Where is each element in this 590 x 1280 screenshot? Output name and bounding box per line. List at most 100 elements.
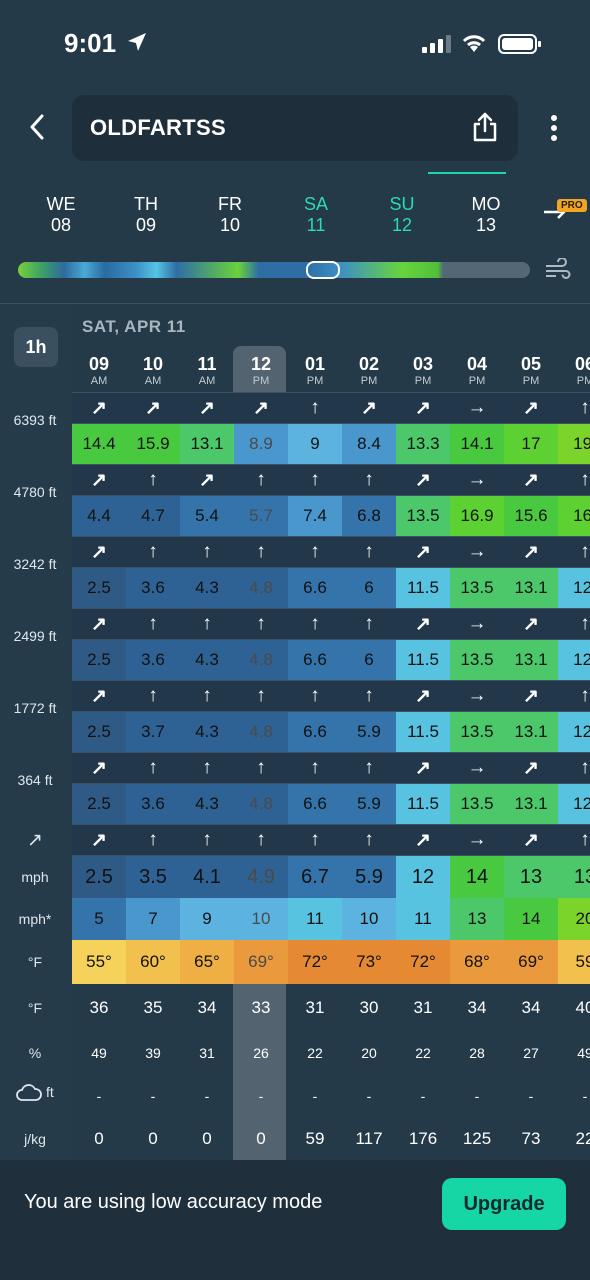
wind-direction-arrow: ↑ <box>202 541 212 562</box>
cloud-base-row-cell: - <box>420 1088 426 1104</box>
wind-timeline-strip[interactable] <box>18 262 530 278</box>
cape-row-cell: 0 <box>94 1129 104 1148</box>
wind-direction-arrow: ↑ <box>148 757 158 778</box>
wind-speed-altitude-row: 14.415.913.18.998.413.314.11719. <box>72 424 590 464</box>
wind-direction-arrow: ↗ <box>415 541 431 563</box>
cloud-base-row-cell: - <box>528 1088 534 1104</box>
wind-speed-altitude-row-cell: 11.5 <box>396 712 450 752</box>
cape-row-cell: 0 <box>256 1129 266 1148</box>
day-tab-fr[interactable]: FR 10 <box>200 194 260 236</box>
hour-value: 09 <box>88 354 110 374</box>
wind-direction-arrow: ↑ <box>580 685 590 706</box>
dew-point-row-cell: 35 <box>143 998 163 1017</box>
wind-speed-altitude-row-cell: 4.3 <box>180 712 234 752</box>
cape-row-cell: 0 <box>202 1129 212 1148</box>
wind-direction-arrow: ↑ <box>310 829 320 850</box>
wind-direction-row: ↗ ↗ ↗ ↗ ↑ ↗ ↗ → ↗ ↑ <box>72 392 590 424</box>
location-title-box[interactable]: OLDFARTSS <box>72 95 518 161</box>
wind-speed-altitude-row-cell: 7.4 <box>288 496 342 536</box>
dew-point-row-cell: 40 <box>575 998 590 1017</box>
wind-direction-arrow: ↗ <box>253 397 269 419</box>
wind-direction-arrow: ↑ <box>580 757 590 778</box>
back-button[interactable] <box>22 110 52 144</box>
upgrade-button[interactable]: Upgrade <box>442 1178 566 1230</box>
cape-row-cell: 0 <box>148 1129 158 1148</box>
wind-gust-row-cell: 13 <box>450 898 504 940</box>
wind-gust-row-cell: 10 <box>234 898 288 940</box>
day-tab-we[interactable]: WE 08 <box>31 194 91 236</box>
wind-direction-arrow: ↗ <box>523 757 539 779</box>
share-button[interactable] <box>472 111 498 148</box>
wind-gust-row-cell: 5 <box>72 898 126 940</box>
wind-direction-arrow: ↑ <box>364 829 374 850</box>
day-tab-su[interactable]: SU 12 <box>372 194 432 236</box>
cloud-base-row-cell: - <box>96 1088 102 1104</box>
share-icon <box>473 112 497 142</box>
wind-speed-altitude-row-cell: 13.1 <box>504 784 558 824</box>
wind-direction-row: ↗ ↑ ↑ ↑ ↑ ↑ ↗ → ↗ ↑ <box>72 608 590 640</box>
forecast-grid[interactable]: 09AM10AM11AM12PM01PM02PM03PM04PM05PM06PM… <box>72 304 590 1160</box>
timeline-handle[interactable] <box>306 261 340 279</box>
wind-speed-row-cell: 6.7 <box>288 856 342 898</box>
wind-direction-arrow: ↑ <box>310 541 320 562</box>
wind-direction-arrow: ↗ <box>523 469 539 491</box>
wind-speed-altitude-row-cell: 11.5 <box>396 640 450 680</box>
hour-value: 12 <box>250 354 272 374</box>
interval-toggle-button[interactable]: 1h <box>14 327 58 367</box>
altitude-label: 1772 ft <box>13 700 57 716</box>
temperature-row-cell: 65° <box>180 940 234 984</box>
humidity-row-cell: 26 <box>253 1045 269 1061</box>
dew-point-row-cell: 33 <box>251 998 271 1017</box>
cape-row-cell: 176 <box>408 1129 438 1148</box>
day-number: 12 <box>391 215 413 235</box>
wind-speed-altitude-row-cell: 12. <box>558 784 590 824</box>
cape-label: j/kg <box>24 1131 46 1147</box>
wind-speed-altitude-row-cell: 11.5 <box>396 568 450 608</box>
wind-speed-altitude-row-cell: 5.9 <box>342 712 396 752</box>
chevron-left-icon <box>30 114 44 140</box>
wind-speed-row-cell: 13 <box>504 856 558 898</box>
wind-speed-row-cell: 13 <box>558 856 590 898</box>
wind-direction-arrow: ↗ <box>415 685 431 707</box>
day-tab-mo[interactable]: MO 13 <box>456 194 516 236</box>
wind-direction-arrow: ↑ <box>580 829 590 850</box>
hour-value: 02 <box>358 354 380 374</box>
temperature-row-cell: 73° <box>342 940 396 984</box>
wind-speed-altitude-row-cell: 13.1 <box>180 424 234 464</box>
banner-text: You are using low accuracy mode <box>24 1191 323 1213</box>
dew-point-row-cell: 31 <box>305 998 325 1017</box>
battery-icon <box>498 34 541 54</box>
wind-direction-arrow: ↑ <box>256 541 266 562</box>
day-of-week: SU <box>389 194 415 214</box>
status-bar: 9:01 <box>0 0 590 90</box>
wind-direction-arrow: ↑ <box>580 397 590 418</box>
temperature-row-cell: 69° <box>234 940 288 984</box>
cloud-base-row-cell: - <box>312 1088 318 1104</box>
wind-direction-arrow: ↑ <box>256 757 266 778</box>
dew-point-row-cell: 34 <box>197 998 217 1017</box>
location-arrow-icon <box>128 33 146 51</box>
cloud-base-label: ft <box>0 1084 70 1102</box>
hour-ampm: AM <box>144 375 162 387</box>
altitude-label: 2499 ft <box>13 628 57 644</box>
hour-ampm: PM <box>252 375 270 387</box>
wind-direction-arrow: ↑ <box>202 829 212 850</box>
wind-icon[interactable] <box>544 258 572 282</box>
wind-direction-arrow: ↑ <box>580 613 590 634</box>
more-options-button[interactable] <box>544 112 564 144</box>
wind-speed-altitude-row-cell: 13.5 <box>450 784 504 824</box>
pro-badge[interactable]: PRO <box>557 199 587 212</box>
hour-header: 10 AM <box>126 354 180 387</box>
wind-speed-row-cell: 5.9 <box>342 856 396 898</box>
hour-value: 01 <box>304 354 326 374</box>
day-tab-sa[interactable]: SA 11 <box>286 194 346 236</box>
temperature-row-cell: 68° <box>450 940 504 984</box>
wind-direction-arrow: ↑ <box>364 469 374 490</box>
wind-direction-arrow: ↗ <box>361 397 377 419</box>
wind-speed-altitude-row-cell: 4.8 <box>234 568 288 608</box>
wind-speed-altitude-row-cell: 4.3 <box>180 640 234 680</box>
day-tab-th[interactable]: TH 09 <box>116 194 176 236</box>
wind-speed-altitude-row-cell: 6 <box>342 640 396 680</box>
wind-speed-row-cell: 4.1 <box>180 856 234 898</box>
wind-speed-altitude-row-cell: 8.9 <box>234 424 288 464</box>
